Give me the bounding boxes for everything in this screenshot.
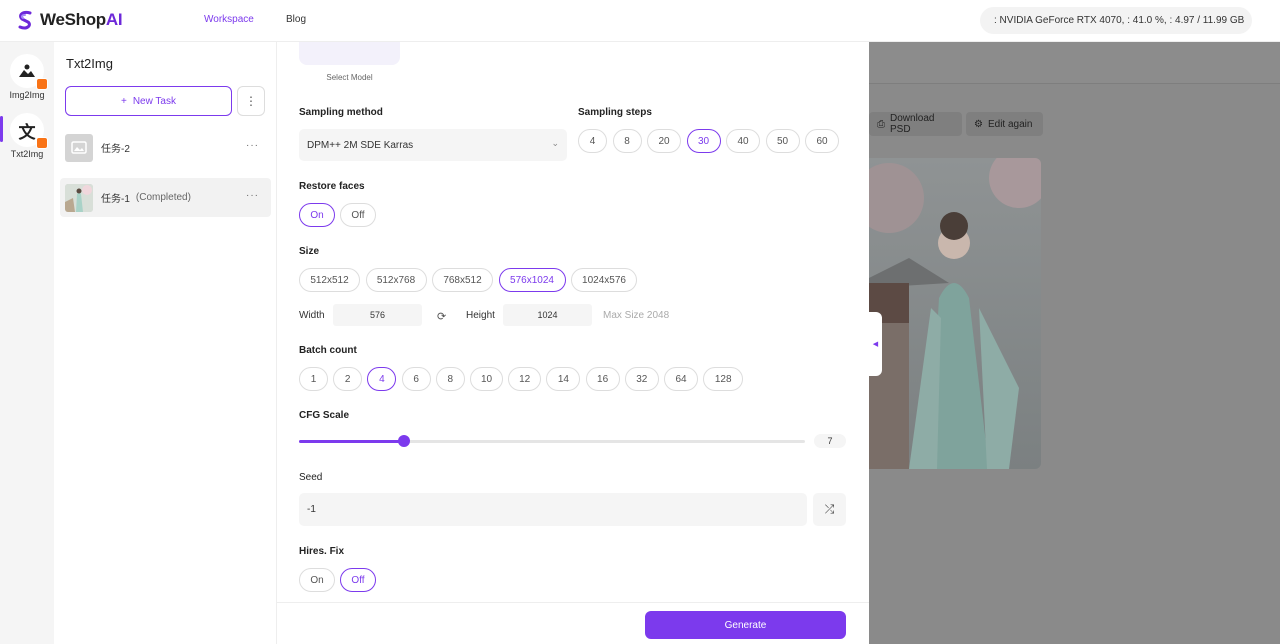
- download-psd-button[interactable]: ⎙ Download PSD: [869, 112, 962, 136]
- batch-count-option[interactable]: 10: [470, 367, 503, 391]
- sampling-method-select[interactable]: DPM++ 2M SDE Karras ⌄: [299, 129, 567, 161]
- seed-input[interactable]: -1: [299, 493, 807, 526]
- task-name: 任务-2: [101, 144, 130, 155]
- width-label: Width: [299, 310, 325, 321]
- task-menu-icon[interactable]: ···: [246, 190, 259, 201]
- restore-faces-option[interactable]: On: [299, 203, 335, 227]
- batch-count-option[interactable]: 8: [435, 367, 465, 391]
- task-thumbnail: [65, 183, 93, 212]
- batch-count-option[interactable]: 64: [664, 367, 698, 391]
- batch-count-option[interactable]: 12: [508, 367, 542, 391]
- sampling-steps-option[interactable]: 20: [647, 129, 681, 153]
- rail-item-label: Txt2Img: [10, 149, 44, 159]
- image-icon: [10, 54, 48, 90]
- cfg-scale-value[interactable]: 7: [814, 434, 846, 448]
- sliders-icon: ⚙: [974, 118, 983, 130]
- batch-count-option[interactable]: 4: [367, 367, 397, 391]
- model-card[interactable]: [299, 42, 400, 65]
- max-size-hint: Max Size 2048: [603, 310, 670, 321]
- task-row[interactable]: 任务-2 ···: [60, 128, 271, 167]
- hires-fix-option[interactable]: On: [299, 568, 335, 592]
- task-menu-icon[interactable]: ···: [246, 140, 259, 151]
- cfg-scale-slider[interactable]: [299, 435, 805, 447]
- chevron-left-icon: ◀: [872, 341, 879, 348]
- batch-count-option[interactable]: 128: [703, 367, 744, 391]
- preview-toolbar: [869, 42, 1280, 84]
- result-preview: ⎙ Download PSD ⚙ Edit again: [869, 42, 1280, 644]
- rail-item-img2img[interactable]: Img2Img: [0, 54, 54, 100]
- sampling-steps-option[interactable]: 30: [686, 129, 721, 153]
- sampling-steps-label: Sampling steps: [578, 107, 652, 118]
- rail-item-label: Img2Img: [9, 90, 45, 100]
- generation-settings: Select Model Sampling method DPM++ 2M SD…: [277, 42, 869, 644]
- height-label: Height: [466, 310, 495, 321]
- download-psd-label: Download PSD: [890, 113, 935, 135]
- task-status: (Completed): [135, 192, 191, 203]
- height-input[interactable]: 1024: [503, 304, 592, 326]
- seed-label: Seed: [299, 472, 323, 483]
- size-label: Size: [299, 246, 320, 257]
- slider-fill: [299, 440, 404, 443]
- batch-count-option[interactable]: 2: [333, 367, 363, 391]
- generate-button[interactable]: Generate: [645, 611, 846, 639]
- nav-blog[interactable]: Blog: [286, 14, 306, 25]
- restore-faces-option[interactable]: Off: [340, 203, 376, 227]
- cfg-scale-label: CFG Scale: [299, 410, 350, 421]
- sampling-steps-option[interactable]: 50: [765, 129, 800, 153]
- new-task-label: New Task: [132, 95, 176, 107]
- edit-again-label: Edit again: [987, 118, 1033, 130]
- nav-workspace[interactable]: Workspace: [204, 14, 254, 25]
- hires-fix-option[interactable]: Off: [340, 568, 376, 592]
- logo-text: WeShopAI: [40, 10, 123, 29]
- batch-count-option[interactable]: 16: [585, 367, 620, 391]
- generated-image[interactable]: [869, 158, 1041, 469]
- image-placeholder-icon: [65, 133, 93, 162]
- size-option[interactable]: 512x768: [365, 268, 427, 292]
- sampling-method-value: DPM++ 2M SDE Karras: [307, 139, 414, 151]
- vertical-dots-icon: ⋮: [245, 94, 257, 108]
- restore-faces-label: Restore faces: [299, 181, 365, 192]
- rail-item-txt2img[interactable]: 文 Txt2Img: [0, 113, 54, 159]
- form-footer: Generate: [277, 602, 869, 644]
- sampling-method-label: Sampling method: [299, 107, 383, 118]
- logo-mark-icon: [18, 11, 32, 30]
- badge-icon: [36, 78, 48, 90]
- size-option[interactable]: 1024x576: [571, 268, 637, 292]
- task-name: 任务-1: [101, 194, 130, 205]
- tool-rail: Img2Img 文 Txt2Img: [0, 42, 54, 644]
- plus-icon: +: [120, 95, 127, 107]
- weshop-logo[interactable]: WeShopAI: [14, 9, 123, 31]
- size-option[interactable]: 512x512: [299, 268, 360, 292]
- more-options-button[interactable]: ⋮: [237, 86, 265, 116]
- size-option[interactable]: 576x1024: [498, 268, 566, 292]
- top-header: WeShopAI Workspace Blog : NVIDIA GeForce…: [0, 0, 1280, 42]
- sampling-steps-option[interactable]: 40: [726, 129, 760, 153]
- tasks-title: Txt2Img: [66, 56, 113, 71]
- chevron-down-icon: ⌄: [551, 138, 559, 148]
- link-icon[interactable]: ⟳: [437, 310, 446, 323]
- task-row[interactable]: 任务-1 (Completed) ···: [60, 178, 271, 217]
- size-option[interactable]: 768x512: [432, 268, 493, 292]
- download-icon: ⎙: [877, 118, 885, 130]
- task-sidebar: Txt2Img + New Task ⋮ 任务-2 ··· 任务-1 (Comp…: [54, 42, 277, 644]
- gpu-status: : NVIDIA GeForce RTX 4070, : 41.0 %, : 4…: [980, 7, 1252, 34]
- hires-fix-label: Hires. Fix: [299, 546, 345, 557]
- new-task-button[interactable]: + New Task: [65, 86, 232, 116]
- sampling-steps-option[interactable]: 60: [805, 129, 839, 153]
- collapse-panel-button[interactable]: ◀: [869, 312, 882, 376]
- batch-count-option[interactable]: 1: [299, 367, 328, 391]
- batch-count-option[interactable]: 6: [401, 367, 431, 391]
- text-icon: 文: [10, 113, 48, 149]
- edit-again-button[interactable]: ⚙ Edit again: [966, 112, 1043, 136]
- width-input[interactable]: 576: [333, 304, 422, 326]
- shuffle-icon[interactable]: ⤮: [813, 493, 846, 526]
- badge-icon: [36, 137, 48, 149]
- select-model-label[interactable]: Select Model: [299, 73, 400, 82]
- sampling-steps-option[interactable]: 4: [578, 129, 607, 153]
- slider-thumb[interactable]: [397, 435, 410, 447]
- batch-count-option[interactable]: 14: [546, 367, 581, 391]
- batch-count-label: Batch count: [299, 345, 357, 356]
- batch-count-option[interactable]: 32: [624, 367, 659, 391]
- sampling-steps-option[interactable]: 8: [612, 129, 642, 153]
